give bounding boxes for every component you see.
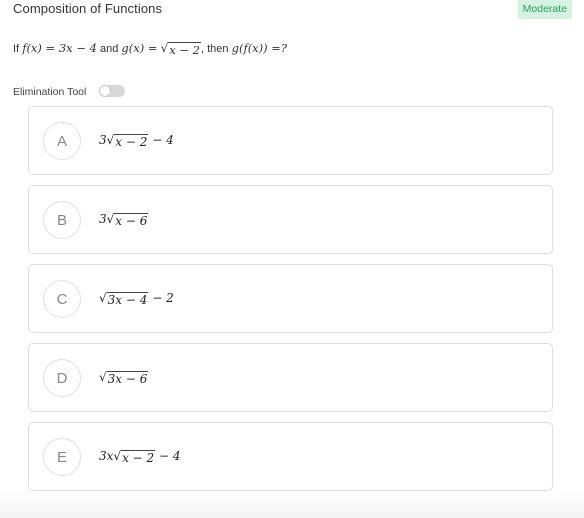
radical-sign-icon: √ xyxy=(106,133,115,147)
answer-choice-d[interactable]: D √ 3x − 6 xyxy=(28,343,553,412)
radical-sign-icon: √ xyxy=(99,291,107,305)
choice-letter: E xyxy=(43,438,81,476)
choice-letter: A xyxy=(43,122,81,160)
expr-before: 3 xyxy=(99,133,107,147)
expr-radicand: x − 2 xyxy=(121,450,156,465)
radical-sign-icon: √ xyxy=(160,41,169,55)
question-ask: g(f(x)) =? xyxy=(231,41,288,55)
toggle-knob xyxy=(100,86,110,96)
difficulty-badge: Moderate xyxy=(517,0,572,19)
expr-after: − 4 xyxy=(148,133,174,147)
answer-choice-b[interactable]: B 3 √ x − 6 xyxy=(28,185,553,254)
page-title: Composition of Functions xyxy=(13,1,163,16)
choice-expression: √ 3x − 4 − 2 xyxy=(99,291,174,308)
expr-radicand: x − 6 xyxy=(114,213,149,228)
expr-after: − 2 xyxy=(148,291,174,305)
radical-sign-icon: √ xyxy=(113,449,122,463)
choice-letter: C xyxy=(43,280,81,318)
answer-choice-c[interactable]: C √ 3x − 4 − 2 xyxy=(28,264,553,333)
choice-expression: 3x √ x − 2 − 4 xyxy=(99,449,180,466)
answer-choice-a[interactable]: A 3 √ x − 2 − 4 xyxy=(28,106,553,175)
elimination-tool-toggle[interactable] xyxy=(99,85,125,97)
expr-before: 3x xyxy=(99,449,114,463)
expr-radicand: 3x − 4 xyxy=(106,292,149,307)
elimination-tool-label: Elimination Tool xyxy=(13,86,87,98)
g-definition-lhs: g(x) = xyxy=(121,41,158,55)
question-prefix: If xyxy=(13,43,20,55)
expr-sqrt: √ x − 2 xyxy=(107,134,149,150)
expr-after: − 4 xyxy=(155,449,181,463)
question-and: and xyxy=(99,43,119,55)
expr-sqrt: √ x − 2 xyxy=(113,449,156,466)
choice-expression: 3 √ x − 2 − 4 xyxy=(99,133,174,150)
choice-expression: √ 3x − 6 xyxy=(99,370,149,387)
expr-radicand: x − 2 xyxy=(114,134,149,149)
radical-sign-icon: √ xyxy=(106,212,115,226)
expr-sqrt: √ 3x − 6 xyxy=(99,370,149,387)
g-radicand: x − 2 xyxy=(168,42,201,57)
g-definition-sqrt: √ x − 2 xyxy=(161,42,201,57)
choice-letter: D xyxy=(43,359,81,397)
expr-before: 3 xyxy=(99,212,107,226)
bottom-shade xyxy=(0,490,584,518)
expr-sqrt: √ x − 6 xyxy=(107,213,149,229)
expr-sqrt: √ 3x − 4 xyxy=(99,291,149,308)
expr-radicand: 3x − 6 xyxy=(106,371,149,386)
question-text: If f(x) = 3x − 4 and g(x) = √ x − 2, then… xyxy=(13,41,287,57)
question-then: , then xyxy=(201,43,229,55)
f-definition: f(x) = 3x − 4 xyxy=(22,41,97,55)
answer-choice-e[interactable]: E 3x √ x − 2 − 4 xyxy=(28,422,553,491)
choice-letter: B xyxy=(43,201,81,239)
choice-expression: 3 √ x − 6 xyxy=(99,212,149,229)
radical-sign-icon: √ xyxy=(99,370,107,384)
